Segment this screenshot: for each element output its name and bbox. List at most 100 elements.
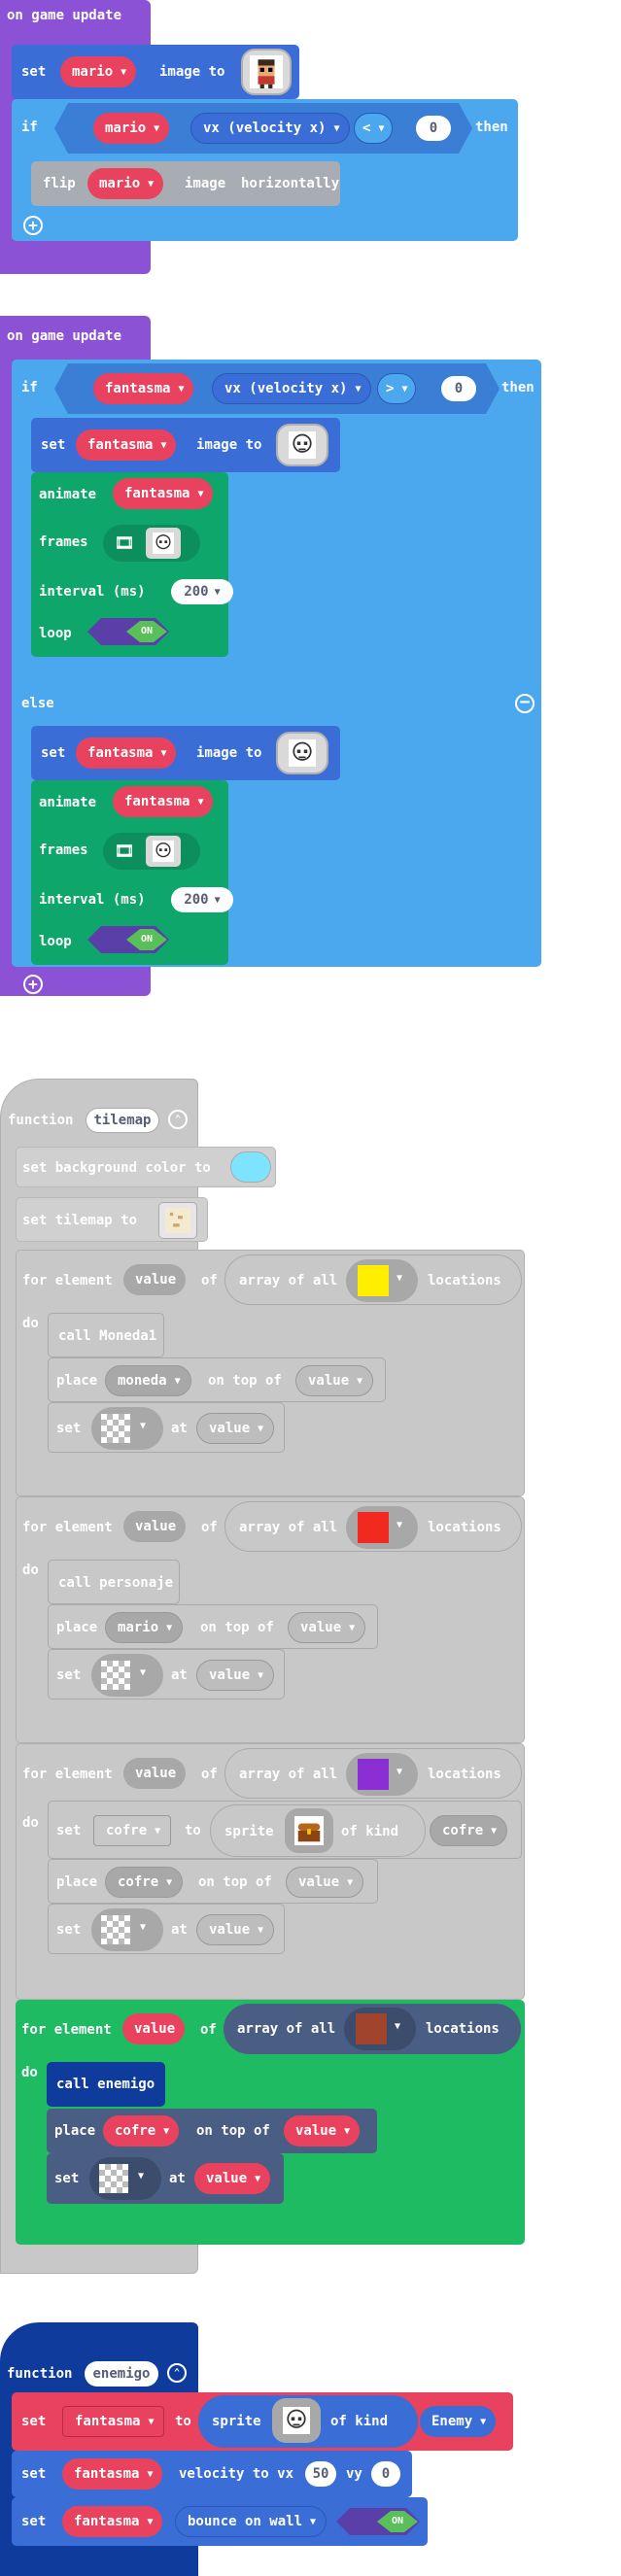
sprite-variable-dropdown[interactable]: moneda ▼ — [105, 1365, 191, 1396]
call-function-block[interactable]: call personaje — [48, 1560, 180, 1604]
location-variable[interactable]: value ▼ — [194, 2163, 271, 2194]
operator-dropdown[interactable]: > ▼ — [377, 373, 416, 404]
add-else-icon[interactable]: + — [23, 975, 43, 994]
set-tile-at-block[interactable]: set ▼ at value ▼ — [47, 2153, 284, 2204]
image-picker[interactable] — [276, 424, 328, 466]
flag-dropdown[interactable]: bounce on wall ▼ — [175, 2506, 328, 2537]
location-variable[interactable]: value ▼ — [286, 1867, 364, 1898]
frame-thumbnail[interactable] — [146, 836, 181, 867]
place-on-top-block[interactable]: place mario ▼ on top of value ▼ — [48, 1604, 378, 1649]
sprite-variable-dropdown[interactable]: fantasma ▼ — [76, 738, 177, 769]
sprite-constructor[interactable]: sprite of kind — [210, 1804, 426, 1857]
image-picker[interactable] — [272, 2398, 321, 2443]
place-on-top-block[interactable]: place cofre ▼ on top of value ▼ — [47, 2109, 377, 2153]
tile-dropdown[interactable]: ▼ — [344, 2008, 416, 2050]
place-on-top-block[interactable]: place moneda ▼ on top of value ▼ — [48, 1357, 386, 1402]
frames-editor[interactable]: 🎞 — [103, 525, 200, 562]
loop-variable[interactable]: value — [123, 1758, 187, 1789]
tile-dropdown[interactable]: ▼ — [346, 1506, 418, 1549]
for-element-loop[interactable]: for element value of array of all ▼ loca… — [16, 1250, 525, 1496]
for-element-loop[interactable]: for element value of array of all ▼ loca… — [16, 1743, 525, 2000]
location-variable[interactable]: value ▼ — [196, 1914, 275, 1945]
tile-dropdown[interactable]: ▼ — [91, 1407, 163, 1450]
function-name-input[interactable]: enemigo — [85, 2361, 158, 2387]
loop-variable[interactable]: value — [123, 1511, 187, 1542]
sprite-variable-dropdown[interactable]: mario ▼ — [87, 168, 164, 199]
animate-block[interactable]: animate fantasma ▼ frames 🎞 interval (ms)… — [31, 472, 233, 657]
vy-input[interactable]: 0 — [371, 2461, 400, 2487]
interval-dropdown[interactable]: 200 ▼ — [171, 887, 233, 912]
loop-toggle[interactable]: ON — [87, 926, 169, 953]
kind-dropdown[interactable]: Enemy ▼ — [420, 2406, 497, 2437]
interval-dropdown[interactable]: 200 ▼ — [171, 579, 233, 604]
sprite-variable-dropdown[interactable]: fantasma ▼ — [76, 429, 177, 461]
for-element-loop[interactable]: for element value of array of all ▼ loca… — [16, 1496, 525, 1743]
sprite-variable-dropdown[interactable]: fantasma ▼ — [113, 786, 214, 817]
set-image-block[interactable]: set fantasma ▼ image to — [31, 418, 340, 472]
frame-thumbnail[interactable] — [146, 528, 181, 559]
tile-dropdown[interactable]: ▼ — [346, 1753, 418, 1796]
sprite-variable-dropdown[interactable]: mario ▼ — [60, 56, 137, 87]
loop-toggle[interactable]: ON — [87, 618, 169, 645]
comparison-condition[interactable]: fantasma ▼ vx (velocity x) ▼ > ▼ 0 — [54, 363, 500, 414]
kind-dropdown[interactable]: cofre ▼ — [430, 1815, 508, 1846]
sprite-variable-dropdown[interactable]: cofre ▼ — [105, 1867, 184, 1898]
for-element-loop-active[interactable]: for element value of array of all ▼ loca… — [16, 2000, 525, 2245]
add-else-icon[interactable]: + — [23, 216, 43, 235]
sprite-variable-dropdown[interactable]: fantasma ▼ — [62, 2406, 165, 2437]
location-variable[interactable]: value ▼ — [284, 2115, 361, 2147]
remove-else-icon[interactable]: − — [515, 694, 535, 713]
property-dropdown[interactable]: vx (velocity x) ▼ — [190, 113, 350, 144]
array-of-all-locations[interactable]: array of all ▼ locations — [224, 2004, 521, 2054]
sprite-variable-dropdown[interactable]: cofre ▼ — [103, 2115, 180, 2147]
sprite-variable-dropdown[interactable]: fantasma ▼ — [62, 2458, 163, 2490]
tile-dropdown[interactable]: ▼ — [89, 2157, 161, 2200]
image-picker[interactable] — [241, 49, 292, 95]
image-picker[interactable] — [285, 1808, 333, 1853]
number-input[interactable]: 0 — [416, 116, 451, 141]
function-name-input[interactable]: tilemap — [86, 1108, 159, 1133]
number-input[interactable]: 0 — [441, 376, 476, 401]
location-variable[interactable]: value ▼ — [196, 1413, 275, 1444]
collapse-arrow-icon[interactable]: ⌃ — [167, 2363, 187, 2383]
color-swatch[interactable] — [230, 1151, 271, 1183]
collapse-arrow-icon[interactable]: ⌃ — [168, 1110, 188, 1129]
sprite-variable-dropdown[interactable]: fantasma ▼ — [113, 478, 214, 509]
comparison-condition[interactable]: mario ▼ vx (velocity x) ▼ < ▼ 0 — [54, 103, 472, 154]
place-on-top-block[interactable]: place cofre ▼ on top of value ▼ — [48, 1859, 378, 1904]
tile-dropdown[interactable]: ▼ — [346, 1259, 418, 1302]
property-dropdown[interactable]: vx (velocity x) ▼ — [212, 373, 371, 404]
set-background-color-block[interactable]: set background color to — [16, 1147, 276, 1187]
set-tile-at-block[interactable]: set ▼ at value ▼ — [48, 1402, 285, 1453]
image-picker[interactable] — [276, 732, 328, 774]
if-block[interactable]: if mario ▼ vx (velocity x) ▼ < ▼ 0 then fli… — [12, 99, 518, 241]
set-image-block[interactable]: set mario ▼ image to — [12, 45, 299, 99]
frames-editor[interactable]: 🎞 — [103, 833, 200, 870]
tilemap-picker[interactable] — [158, 1202, 197, 1239]
sprite-constructor[interactable]: sprite of kind — [198, 2395, 418, 2448]
set-tilemap-block[interactable]: set tilemap to — [16, 1197, 208, 1242]
set-image-block[interactable]: set fantasma ▼ image to — [31, 726, 340, 780]
array-of-all-locations[interactable]: array of all ▼ locations — [224, 1254, 522, 1305]
set-sprite-block[interactable]: set cofre ▼ to sprite of kind cofre ▼ — [48, 1801, 522, 1859]
sprite-variable-dropdown[interactable]: mario ▼ — [105, 1612, 184, 1643]
location-variable[interactable]: value ▼ — [288, 1612, 366, 1643]
set-flag-block[interactable]: set fantasma ▼ bounce on wall ▼ ON — [12, 2497, 428, 2546]
bounce-toggle[interactable]: ON — [336, 2508, 420, 2535]
tile-dropdown[interactable]: ▼ — [91, 1908, 163, 1951]
set-velocity-block[interactable]: set fantasma ▼ velocity to vx 50 vy 0 — [12, 2451, 412, 2497]
tile-dropdown[interactable]: ▼ — [91, 1654, 163, 1697]
sprite-variable-dropdown[interactable]: mario ▼ — [93, 113, 169, 144]
if-else-block[interactable]: if fantasma ▼ vx (velocity x) ▼ > ▼ 0 then … — [12, 360, 541, 994]
loop-variable[interactable]: value — [123, 1264, 187, 1295]
array-of-all-locations[interactable]: array of all ▼ locations — [224, 1501, 522, 1552]
array-of-all-locations[interactable]: array of all ▼ locations — [224, 1748, 522, 1799]
animate-block[interactable]: animate fantasma ▼ frames 🎞 interval (ms)… — [31, 780, 233, 965]
set-tile-at-block[interactable]: set ▼ at value ▼ — [48, 1649, 285, 1700]
location-variable[interactable]: value ▼ — [295, 1365, 374, 1396]
loop-variable[interactable]: value — [122, 2013, 186, 2044]
sprite-variable-dropdown[interactable]: fantasma ▼ — [93, 373, 193, 404]
sprite-variable-dropdown[interactable]: cofre ▼ — [93, 1815, 172, 1846]
flip-image-block[interactable]: flip mario ▼ image horizontally — [31, 161, 340, 206]
set-tile-at-block[interactable]: set ▼ at value ▼ — [48, 1904, 285, 1954]
